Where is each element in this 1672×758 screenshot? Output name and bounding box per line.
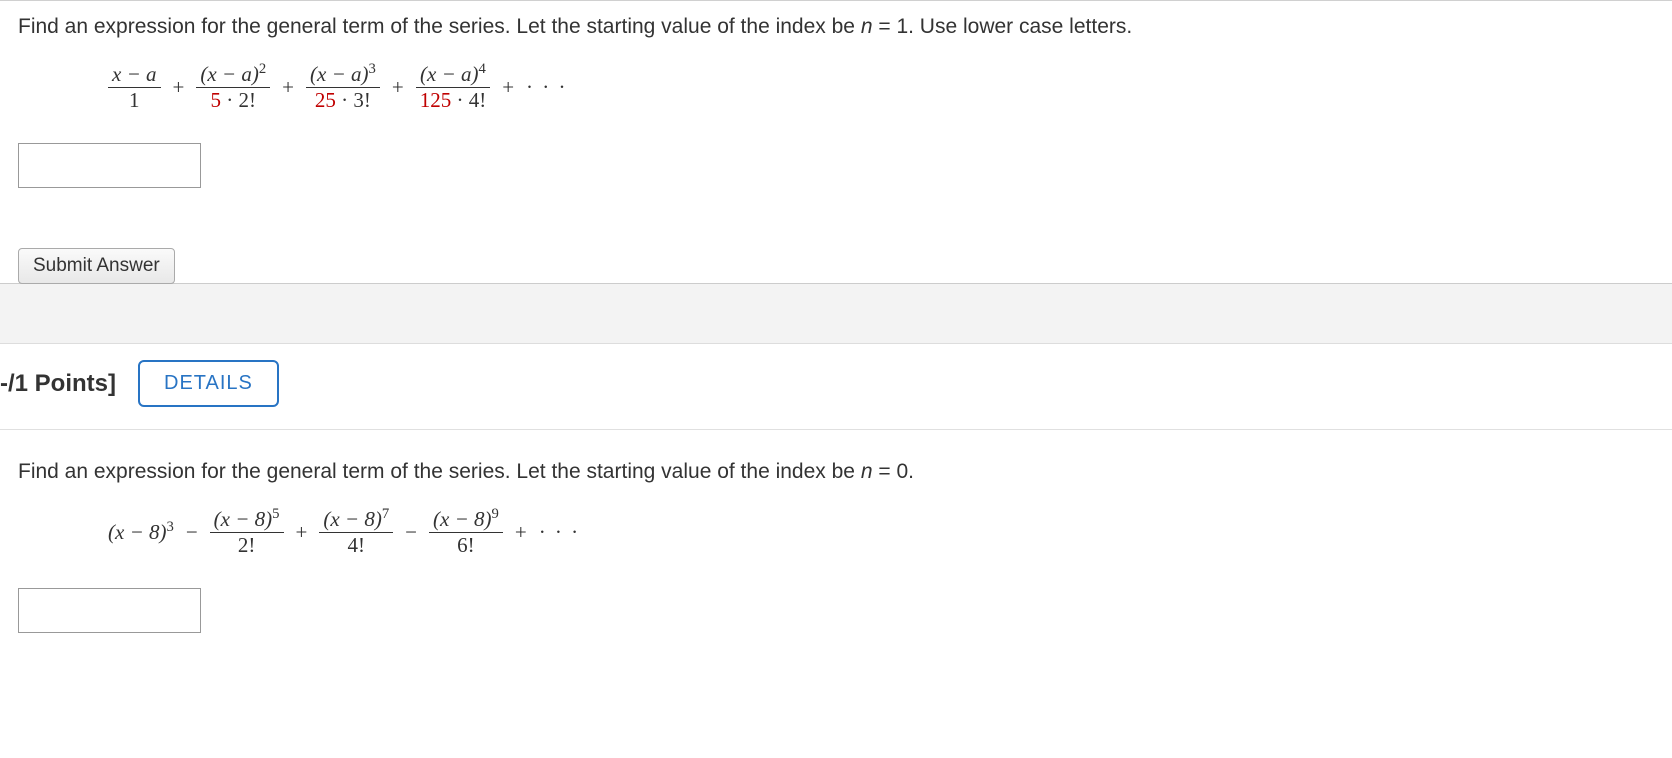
points-label: -/1 Points] <box>0 370 116 398</box>
question-1-block: Find an expression for the general term … <box>0 1 1672 113</box>
q2-term1: (x − 8)3 <box>108 519 174 545</box>
plus-op: + <box>511 520 531 545</box>
q2-prompt-text-after: = 0. <box>873 460 914 483</box>
submit-answer-button[interactable]: Submit Answer <box>18 248 175 284</box>
q1-term1: x − a 1 <box>108 62 161 113</box>
q2-t4-den: 6! <box>453 533 479 558</box>
q1-t3-den: 25 · 3! <box>311 88 375 113</box>
q1-t4-num: (x − a)4 <box>416 61 490 88</box>
minus-op: − <box>401 520 421 545</box>
q2-t2-den: 2! <box>234 533 260 558</box>
q1-prompt-var: n <box>861 15 873 38</box>
q2-term4: (x − 8)9 6! <box>429 506 503 558</box>
q2-answer-input[interactable] <box>18 588 201 633</box>
q2-term3: (x − 8)7 4! <box>319 506 393 558</box>
q1-prompt-text-before: Find an expression for the general term … <box>18 15 861 38</box>
q1-series: x − a 1 + (x − a)2 5 · 2! + (x − a)3 25 … <box>108 61 1672 113</box>
q1-t4-den: 125 · 4! <box>416 88 491 113</box>
minus-op: − <box>182 520 202 545</box>
q1-t3-num: (x − a)3 <box>306 61 380 88</box>
q1-prompt-text-after: = 1. Use lower case letters. <box>873 15 1133 38</box>
q2-series: (x − 8)3 − (x − 8)5 2! + (x − 8)7 4! − (… <box>108 506 1672 558</box>
q1-t1-num: x − a <box>108 62 161 88</box>
plus-op: + <box>169 75 189 100</box>
question-2-header: -/1 Points] DETAILS <box>0 344 1672 430</box>
q1-prompt: Find an expression for the general term … <box>18 15 1672 39</box>
q1-term2: (x − a)2 5 · 2! <box>196 61 270 113</box>
q2-term2: (x − 8)5 2! <box>210 506 284 558</box>
ellipsis: · · · <box>539 520 580 545</box>
q1-t2-num: (x − a)2 <box>196 61 270 88</box>
q1-answer-input[interactable] <box>18 143 201 188</box>
question-2-block: Find an expression for the general term … <box>0 430 1672 558</box>
q1-term3: (x − a)3 25 · 3! <box>306 61 380 113</box>
q2-prompt: Find an expression for the general term … <box>18 460 1672 484</box>
plus-op: + <box>388 75 408 100</box>
q2-t3-num: (x − 8)7 <box>319 506 393 533</box>
plus-op: + <box>498 75 518 100</box>
q1-t1-den: 1 <box>125 88 144 113</box>
submit-row: Submit Answer <box>0 248 1672 284</box>
q2-t3-den: 4! <box>344 533 370 558</box>
separator-band <box>0 284 1672 344</box>
plus-op: + <box>292 520 312 545</box>
q2-t4-num: (x − 8)9 <box>429 506 503 533</box>
plus-op: + <box>278 75 298 100</box>
q2-prompt-var: n <box>861 460 873 483</box>
details-button[interactable]: DETAILS <box>138 360 279 407</box>
q1-t2-den: 5 · 2! <box>207 88 261 113</box>
q1-term4: (x − a)4 125 · 4! <box>416 61 491 113</box>
q2-t2-num: (x − 8)5 <box>210 506 284 533</box>
q2-prompt-text-before: Find an expression for the general term … <box>18 460 861 483</box>
ellipsis: · · · <box>526 75 567 100</box>
